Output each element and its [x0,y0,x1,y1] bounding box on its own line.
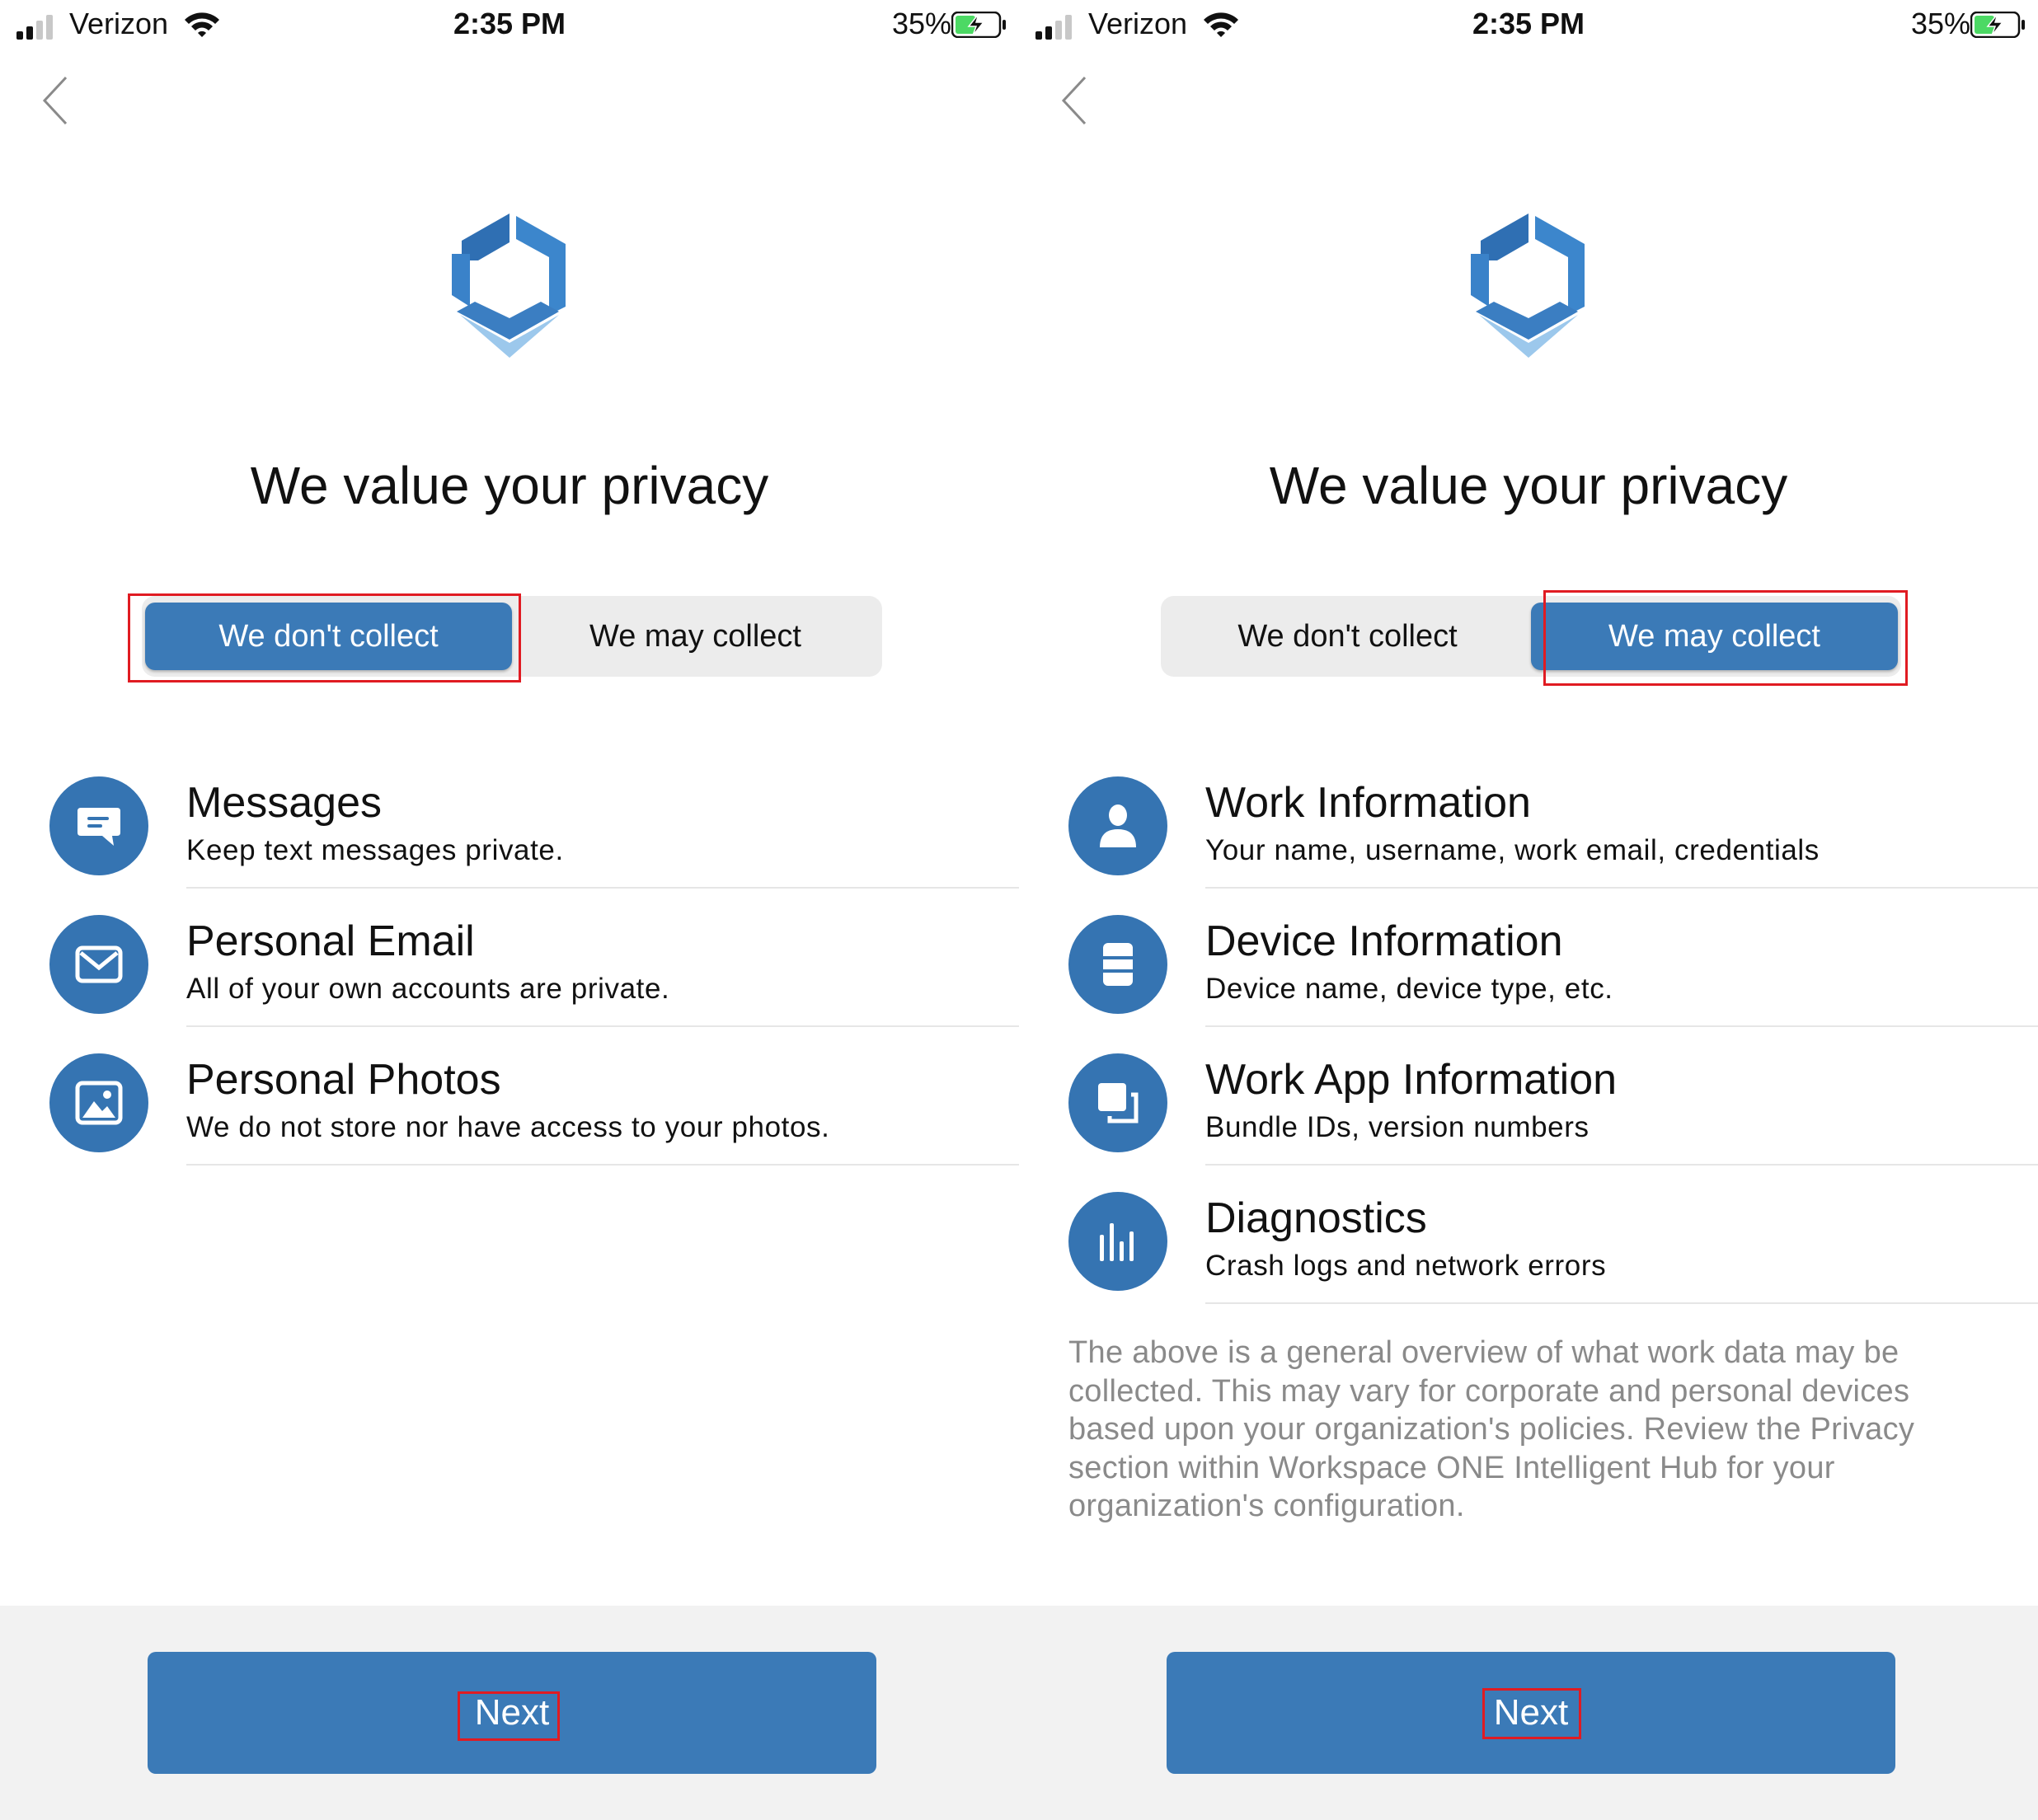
list-item-personal-photos: Personal Photos We do not store nor have… [0,1048,1019,1187]
list-item-messages: Messages Keep text messages private. [0,772,1019,910]
item-subtitle: Your name, username, work email, credent… [1205,834,1820,866]
tab-we-dont-collect[interactable]: We don't collect [1164,603,1531,670]
back-chevron-icon[interactable] [1060,74,1090,127]
collect-segmented-control: We don't collect We may collect [142,596,882,677]
item-subtitle: Device name, device type, etc. [1205,973,1613,1005]
next-button-label: Next [1493,1692,1569,1733]
divider [186,1025,1019,1027]
divider [1205,1025,2038,1027]
footer-bar: Next [0,1606,1019,1820]
item-subtitle: Bundle IDs, version numbers [1205,1111,1590,1143]
item-title: Messages [186,779,382,827]
divider [186,887,1019,889]
item-title: Personal Email [186,917,475,965]
workspace-one-logo [1471,213,1585,358]
status-bar: Verizon 2:35 PM 35% [0,0,1019,53]
list-item-device-information: Device Information Device name, device t… [1019,910,2038,1048]
item-title: Diagnostics [1205,1194,1427,1242]
footer-bar: Next [1019,1606,2038,1820]
divider [1205,1164,2038,1166]
privacy-overview-note: The above is a general overview of what … [1068,1335,1915,1523]
item-subtitle: Keep text messages private. [186,834,564,866]
privacy-screen-dont-collect: Verizon 2:35 PM 35% We value your privac… [0,0,1019,1820]
list-item-work-app-information: Work App Information Bundle IDs, version… [1019,1048,2038,1187]
divider [1205,887,2038,889]
collect-segmented-control: We don't collect We may collect [1161,596,1901,677]
battery-charging-icon [951,12,1006,38]
battery-percent: 35% [1910,7,1970,40]
battery-percent: 35% [891,7,951,40]
tab-we-may-collect[interactable]: We may collect [1531,603,1898,670]
divider [1205,1302,2038,1304]
divider [186,1164,1019,1166]
next-button[interactable]: Next [1167,1652,1895,1774]
status-time: 2:35 PM [1472,7,1585,40]
person-icon [1068,776,1167,875]
list-item-diagnostics: Diagnostics Crash logs and network error… [1019,1187,2038,1325]
next-button-label: Next [474,1692,550,1733]
page-title: We value your privacy [250,456,769,515]
device-icon [1068,915,1167,1014]
app-icon [1068,1053,1167,1152]
status-bar: Verizon 2:35 PM 35% [1019,0,2038,53]
status-time: 2:35 PM [453,7,566,40]
privacy-screen-may-collect: Verizon 2:35 PM 35% We value your privac… [1019,0,2038,1820]
item-subtitle: We do not store nor have access to your … [186,1111,830,1143]
item-subtitle: Crash logs and network errors [1205,1250,1607,1282]
back-chevron-icon[interactable] [41,74,71,127]
next-button[interactable]: Next [148,1652,876,1774]
workspace-one-logo [452,213,566,358]
photo-icon [49,1053,148,1152]
envelope-icon [49,915,148,1014]
item-title: Device Information [1205,917,1563,965]
battery-charging-icon [1970,12,2025,38]
tab-we-may-collect[interactable]: We may collect [512,603,879,670]
item-subtitle: All of your own accounts are private. [186,973,670,1005]
page-title: We value your privacy [1269,456,1788,515]
item-title: Work Information [1205,779,1531,827]
item-title: Work App Information [1205,1056,1618,1104]
item-title: Personal Photos [186,1056,501,1104]
list-item-work-information: Work Information Your name, username, wo… [1019,772,2038,910]
message-icon [49,776,148,875]
tab-we-dont-collect[interactable]: We don't collect [145,603,512,670]
diagnostics-icon [1068,1192,1167,1291]
list-item-personal-email: Personal Email All of your own accounts … [0,910,1019,1048]
